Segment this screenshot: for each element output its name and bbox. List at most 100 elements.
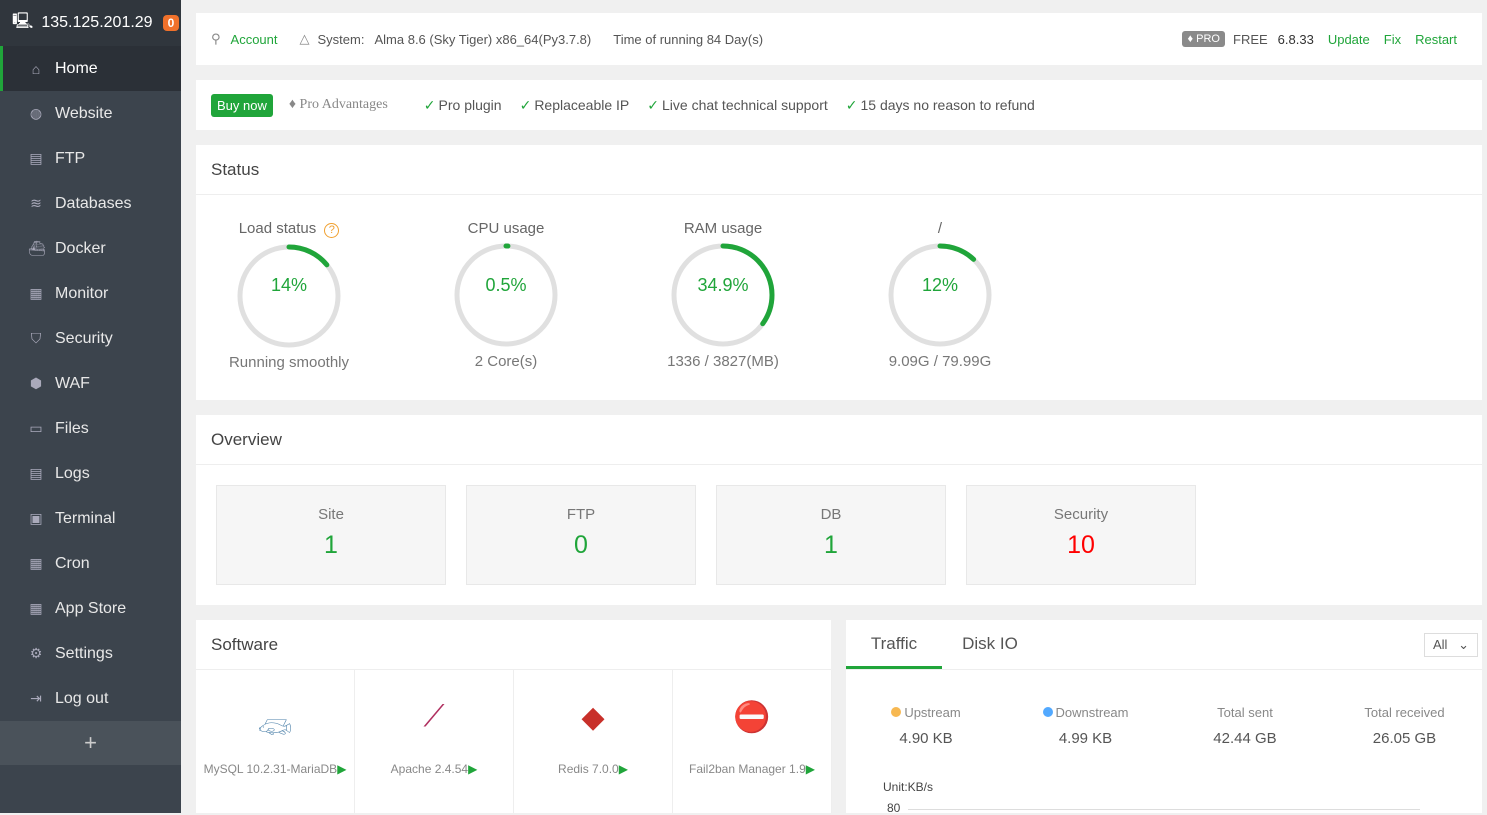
play-icon[interactable]: ▶ xyxy=(337,762,346,776)
traffic-stat-value: 4.90 KB xyxy=(899,730,953,747)
gauge-label: / xyxy=(937,220,943,237)
free-label: FREE xyxy=(1233,31,1268,47)
diamond-icon: ♦ xyxy=(288,97,300,112)
software-item[interactable]: ⛔ Fail2ban Manager 1.9▶ xyxy=(673,670,832,813)
help-icon[interactable]: ? xyxy=(324,223,340,238)
feature-item: ✓ Live chat technical support xyxy=(647,97,828,114)
chevron-down-icon: ⌄ xyxy=(1458,637,1469,652)
update-link[interactable]: Update xyxy=(1328,32,1370,47)
notification-badge[interactable]: 0 xyxy=(162,15,180,31)
globe-icon: ◍ xyxy=(29,105,43,121)
version: 6.8.33 xyxy=(1277,31,1314,47)
gauge[interactable]: CPU usage 0.5% 2 Core(s) xyxy=(406,220,606,370)
play-icon[interactable]: ▶ xyxy=(619,762,628,776)
traffic-stat-label: Total sent xyxy=(1217,705,1273,720)
sidebar-item-databases[interactable]: ≋ Databases xyxy=(0,181,181,226)
overview-site[interactable]: Site 1 xyxy=(216,485,446,585)
downstream-dot-icon xyxy=(1042,707,1053,717)
overview-panel: Overview Site 1 FTP 0 DB 1 Security 10 xyxy=(196,415,1482,605)
gauge[interactable]: RAM usage 34.9% 1336 / 3827(MB) xyxy=(623,220,823,370)
software-item[interactable]: 𓆛 MySQL 10.2.31-MariaDB▶ xyxy=(196,670,355,813)
fix-link[interactable]: Fix xyxy=(1384,32,1401,47)
sidebar-item-settings[interactable]: ⚙ Settings xyxy=(0,631,181,676)
system-label: System: xyxy=(317,31,365,47)
sidebar-item-log-out[interactable]: ⇥ Log out xyxy=(0,676,181,721)
check-icon: ✓ xyxy=(845,96,858,113)
sidebar-item-label: App Store xyxy=(55,599,127,617)
server-ip: 135.125.201.29 xyxy=(41,14,153,31)
upstream-dot-icon xyxy=(891,707,902,717)
feature-item: ✓ Replaceable IP xyxy=(520,97,630,114)
traffic-panel: Traffic Disk IO All ⌄ Upstream 4.90 KB Down… xyxy=(846,620,1482,815)
software-title: Software xyxy=(196,620,831,670)
sidebar-item-logs[interactable]: ▤ Logs xyxy=(0,451,181,496)
status-panel: Status Load status? 14% Running smoothly… xyxy=(196,145,1482,400)
sidebar-item-cron[interactable]: ▦ Cron xyxy=(0,541,181,586)
gauge-value: 0.5% xyxy=(485,275,527,295)
server-icon: 🖳 xyxy=(12,12,34,30)
gauge-label: RAM usage xyxy=(683,220,763,237)
account-link[interactable]: Account xyxy=(231,32,278,47)
logout-icon: ⇥ xyxy=(30,690,42,706)
fail2ban-icon: ⛔ xyxy=(733,701,771,734)
sidebar-item-home[interactable]: ⌂ Home xyxy=(0,46,181,91)
feature-label: 15 days no reason to refund xyxy=(860,96,1035,113)
sidebar-item-app-store[interactable]: ▦ App Store xyxy=(0,586,181,631)
home-icon: ⌂ xyxy=(31,60,41,77)
overview-label: FTP xyxy=(566,506,596,523)
ftp-icon: ▤ xyxy=(29,150,43,166)
gauge[interactable]: / 12% 9.09G / 79.99G xyxy=(840,220,1040,370)
sidebar-item-label: Security xyxy=(55,329,113,347)
pro-label: PRO xyxy=(1196,33,1220,45)
overview-security[interactable]: Security 10 xyxy=(966,485,1196,585)
sidebar-item-security[interactable]: ⛉ Security xyxy=(0,316,181,361)
software-name: Redis 7.0.0 xyxy=(558,762,619,776)
pro-advantages[interactable]: ♦ Pro Advantages xyxy=(289,97,388,113)
sidebar-item-website[interactable]: ◍ Website xyxy=(0,91,181,136)
overview-count: 1 xyxy=(324,531,338,559)
gauge[interactable]: Load status? 14% Running smoothly xyxy=(189,220,389,371)
shield-icon: ⛉ xyxy=(30,330,42,346)
play-icon[interactable]: ▶ xyxy=(468,762,477,776)
traffic-tabs: Traffic Disk IO xyxy=(846,620,1482,670)
add-button[interactable]: + xyxy=(0,721,181,765)
sidebar-item-label: Files xyxy=(55,419,89,437)
gauge-label: Load status xyxy=(238,220,317,237)
overview-db[interactable]: DB 1 xyxy=(716,485,946,585)
tab-disk-io[interactable]: Disk IO xyxy=(942,619,1038,669)
software-name: Fail2ban Manager 1.9 xyxy=(689,762,806,776)
play-icon[interactable]: ▶ xyxy=(806,762,815,776)
overview-count: 0 xyxy=(574,531,588,559)
software-item[interactable]: ⟋ Apache 2.4.54▶ xyxy=(355,670,514,813)
software-item[interactable]: ◆ Redis 7.0.0▶ xyxy=(514,670,673,813)
sidebar-item-docker[interactable]: ⛴ Docker xyxy=(0,226,181,271)
overview-count: 1 xyxy=(824,531,838,559)
sidebar-item-label: Databases xyxy=(55,194,132,212)
tab-traffic[interactable]: Traffic xyxy=(846,619,942,669)
restart-link[interactable]: Restart xyxy=(1415,32,1457,47)
sidebar-item-ftp[interactable]: ▤ FTP xyxy=(0,136,181,181)
pro-badge: ♦ PRO xyxy=(1182,31,1225,47)
calendar-icon: ▦ xyxy=(29,555,43,571)
redis-icon: ◆ xyxy=(581,701,605,734)
overview-ftp[interactable]: FTP 0 xyxy=(466,485,696,585)
traffic-stat-label: Total received xyxy=(1364,705,1445,720)
sidebar-item-label: Terminal xyxy=(55,509,116,527)
overview-label: DB xyxy=(820,506,842,523)
sidebar-item-label: Monitor xyxy=(55,284,109,302)
sidebar-item-files[interactable]: ▭ Files xyxy=(0,406,181,451)
buy-now-button[interactable]: Buy now xyxy=(211,93,273,117)
gauge-detail: 9.09G / 79.99G xyxy=(888,353,992,370)
sidebar-item-monitor[interactable]: ▦ Monitor xyxy=(0,271,181,316)
gauge-label: CPU usage xyxy=(467,220,545,237)
pro-advantages-label: Pro Advantages xyxy=(299,97,388,112)
traffic-stat-label: Downstream xyxy=(1055,705,1129,720)
traffic-stat-value: 4.99 KB xyxy=(1058,730,1113,747)
sidebar-item-terminal[interactable]: ▣ Terminal xyxy=(0,496,181,541)
waf-icon: ⬢ xyxy=(29,375,43,391)
interface-select[interactable]: All ⌄ xyxy=(1424,633,1478,657)
gear-icon: ⚙ xyxy=(29,645,43,661)
check-icon: ✓ xyxy=(647,96,659,113)
traffic-stat-value: 42.44 GB xyxy=(1213,730,1277,747)
sidebar-item-waf[interactable]: ⬢ WAF xyxy=(0,361,181,406)
